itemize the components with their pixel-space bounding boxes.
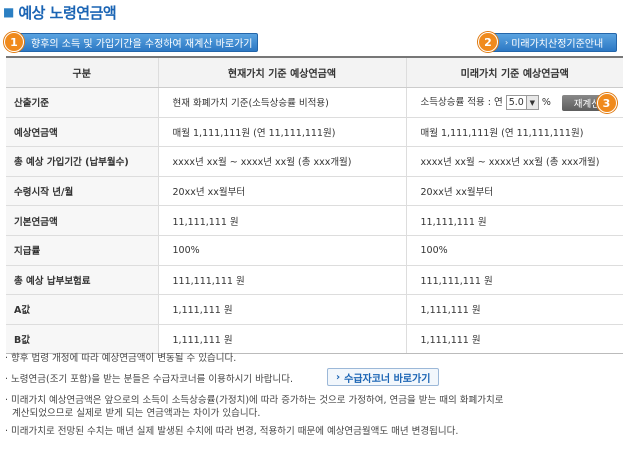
- table-row: A값 1,111,111 원 1,111,111 원: [6, 294, 623, 325]
- cell-future: 1,111,111 원: [405, 324, 623, 355]
- recipient-corner-label: 수급자코너 바로가기: [344, 373, 431, 385]
- chevron-right-icon: ›: [505, 38, 509, 47]
- rate-select-value: 5.0: [508, 97, 524, 109]
- cell-future: 11,111,111 원: [405, 205, 623, 236]
- step-1-badge: 1: [4, 32, 24, 52]
- rate-prefix: 소득상승률 적용 : 연: [420, 97, 503, 109]
- cell-future: 1,111,111 원: [405, 294, 623, 325]
- cell-current: 현재 화폐가치 기준(소득상승률 비적용): [157, 87, 406, 118]
- note-item: · 미래가치 예상연금액은 앞으로의 소득이 소득상승률(가정치)에 따라 증가하…: [5, 395, 504, 406]
- step-2-badge: 2: [478, 32, 498, 52]
- note-item: · 노령연금(조기 포함)을 받는 분들은 수급자코너를 이용하시기 바랍니다.: [5, 374, 294, 385]
- table-row: 총 예상 납부보험료 111,111,111 원 111,111,111 원: [6, 265, 623, 296]
- rate-select[interactable]: 5.0 ▼: [505, 95, 539, 111]
- cell-future: 매월 1,111,111원 (연 11,111,111원): [405, 117, 623, 148]
- note-item-continued: 계산되었으므로 실제로 받게 되는 연금액과는 차이가 있습니다.: [12, 405, 260, 419]
- title-bullet-icon: ■: [3, 5, 15, 19]
- table-row: 지급률 100% 100%: [6, 235, 623, 266]
- row-label: 예상연금액: [6, 117, 158, 148]
- cell-future-basis: 소득상승률 적용 : 연 5.0 ▼ % 재계산 3: [405, 87, 623, 118]
- cell-current: 111,111,111 원: [157, 265, 406, 296]
- chevron-right-icon: ›: [336, 371, 341, 383]
- header-future-value: 미래가치 기준 예상연금액: [405, 56, 623, 88]
- pension-table: 구분 현재가치 기준 예상연금액 미래가치 기준 예상연금액 산출기준 현재 화…: [6, 56, 623, 355]
- table-header-row: 구분 현재가치 기준 예상연금액 미래가치 기준 예상연금액: [6, 56, 623, 88]
- recalc-link-button[interactable]: 향후의 소득 및 가입기간을 수정하여 재계산 바로가기: [14, 33, 258, 52]
- cell-future: xxxx년 xx월 ~ xxxx년 xx월 (총 xxx개월): [405, 146, 623, 177]
- table-row: 예상연금액 매월 1,111,111원 (연 11,111,111원) 매월 1…: [6, 117, 623, 148]
- row-label: 지급률: [6, 235, 158, 266]
- note-item: · 미래가치로 전망된 수치는 매년 실제 발생된 수치에 따라 변경, 적용하기…: [5, 426, 459, 437]
- header-current-value: 현재가치 기준 예상연금액: [157, 56, 406, 88]
- cell-current: 매월 1,111,111원 (연 11,111,111원): [157, 117, 406, 148]
- row-label: 기본연금액: [6, 205, 158, 236]
- table-row: 총 예상 가입기간 (납부월수) xxxx년 xx월 ~ xxxx년 xx월 (…: [6, 146, 623, 177]
- header-category: 구분: [6, 56, 158, 88]
- note-text: 미래가치로 전망된 수치는 매년 실제 발생된 수치에 따라 변경, 적용하기 …: [11, 426, 459, 437]
- future-value-guide-label: 미래가치산정기준안내: [511, 39, 604, 50]
- row-label: 수령시작 년/월: [6, 176, 158, 207]
- table-row: 산출기준 현재 화폐가치 기준(소득상승률 비적용) 소득상승률 적용 : 연 …: [6, 87, 623, 118]
- table-row: 수령시작 년/월 20xx년 xx월부터 20xx년 xx월부터: [6, 176, 623, 207]
- recipient-corner-button[interactable]: › 수급자코너 바로가기: [327, 368, 440, 386]
- note-text: 노령연금(조기 포함)을 받는 분들은 수급자코너를 이용하시기 바랍니다.: [11, 374, 294, 385]
- cell-future: 20xx년 xx월부터: [405, 176, 623, 207]
- note-text: 향후 법령 개정에 따라 예상연금액이 변동될 수 있습니다.: [11, 353, 237, 364]
- table-row: 기본연금액 11,111,111 원 11,111,111 원: [6, 205, 623, 236]
- cell-current: 100%: [157, 235, 406, 266]
- cell-current: 20xx년 xx월부터: [157, 176, 406, 207]
- row-label: 총 예상 가입기간 (납부월수): [6, 146, 158, 177]
- row-label: 산출기준: [6, 87, 158, 118]
- cell-future: 100%: [405, 235, 623, 266]
- row-label: 총 예상 납부보험료: [6, 265, 158, 296]
- future-value-guide-button[interactable]: › 미래가치산정기준안내: [490, 33, 617, 52]
- recalc-link-label: 향후의 소득 및 가입기간을 수정하여 재계산 바로가기: [31, 39, 253, 50]
- chevron-down-icon: ▼: [525, 96, 538, 110]
- step-3-badge: 3: [596, 93, 617, 113]
- rate-unit: %: [541, 97, 551, 109]
- page-title: 예상 노령연금액: [18, 3, 117, 22]
- row-label: A값: [6, 294, 158, 325]
- cell-current: 11,111,111 원: [157, 205, 406, 236]
- cell-current: xxxx년 xx월 ~ xxxx년 xx월 (총 xxx개월): [157, 146, 406, 177]
- note-text: 계산되었으므로 실제로 받게 되는 연금액과는 차이가 있습니다.: [12, 408, 261, 419]
- note-item: · 향후 법령 개정에 따라 예상연금액이 변동될 수 있습니다.: [5, 353, 237, 364]
- cell-future: 111,111,111 원: [405, 265, 623, 296]
- page-title-area: ■ 예상 노령연금액: [3, 2, 117, 22]
- cell-current: 1,111,111 원: [157, 294, 406, 325]
